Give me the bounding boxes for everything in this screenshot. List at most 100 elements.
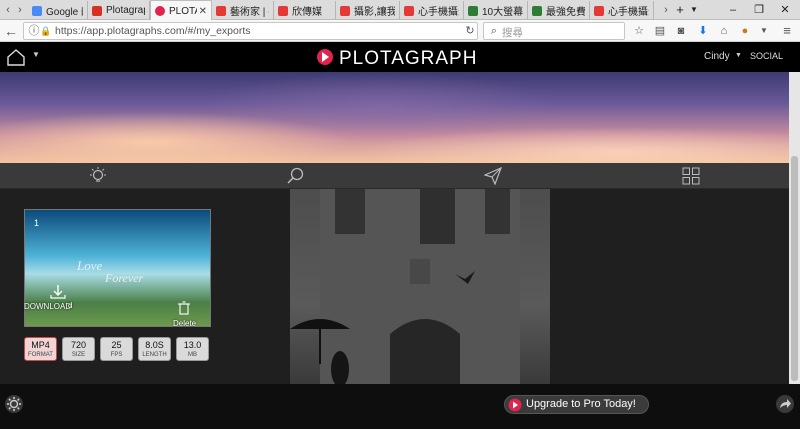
download-icon[interactable] xyxy=(50,285,66,299)
upgrade-button[interactable]: Upgrade to Pro Today! xyxy=(504,395,649,414)
bottom-bar xyxy=(0,384,800,429)
tab-title: 心手機攝影 xyxy=(418,7,459,18)
lock-icon: 🔒 xyxy=(40,26,52,36)
menu-icon[interactable]: ≡ xyxy=(779,23,795,39)
download-icon[interactable]: ⬇ xyxy=(695,23,711,39)
browser-tab[interactable]: Plotagrapl xyxy=(88,1,150,20)
svg-text:Love: Love xyxy=(76,258,103,273)
tab-scroll-left-icon[interactable]: ‹ xyxy=(2,0,14,20)
browser-tab-active[interactable]: PLOTA ✕ xyxy=(150,0,212,21)
pocket-icon[interactable]: ◙ xyxy=(673,23,689,39)
tab-title: Plotagrapl xyxy=(106,5,145,16)
social-link[interactable]: SOCIAL xyxy=(750,51,783,61)
spec-label: FPS xyxy=(110,352,123,358)
tab-favicon-icon xyxy=(532,5,542,16)
send-icon[interactable] xyxy=(484,167,502,185)
spec-value: 25 xyxy=(111,340,122,350)
settings-gear-icon[interactable] xyxy=(4,394,24,414)
tab-title: 最強免費 xyxy=(546,7,585,18)
browser-tab[interactable]: 藝術家 | 手 xyxy=(212,1,274,20)
home-menu-chevron-down-icon[interactable]: ▼ xyxy=(32,50,40,59)
browser-tab[interactable]: 10大螢幕 xyxy=(464,1,528,20)
spec-value: 13.0 xyxy=(183,340,202,350)
tab-title: 心手機攝影 xyxy=(608,7,649,18)
background-photo xyxy=(290,189,550,384)
spec-value: 720 xyxy=(70,340,87,350)
browser-tab[interactable]: 最強免費 xyxy=(528,1,590,20)
tab-title: Google 翻 xyxy=(46,7,83,18)
user-menu[interactable]: Cindy xyxy=(704,51,730,62)
tab-list-chevron-down-icon[interactable]: ▼ xyxy=(688,0,700,20)
search-input[interactable]: ⌕ 搜尋 xyxy=(483,22,625,40)
spec-label: SIZE xyxy=(71,352,86,358)
grid-view-icon[interactable] xyxy=(682,167,700,185)
spec-label: FORMAT xyxy=(28,352,53,358)
browser-tab[interactable]: 心手機攝影 xyxy=(590,1,654,20)
tab-title: 10大螢幕 xyxy=(482,7,523,18)
scrollbar-thumb[interactable] xyxy=(791,156,798,381)
plotagraph-logo-icon xyxy=(508,398,522,412)
spec-length-badge: 8.0S LENGTH xyxy=(138,337,171,361)
tab-favicon-icon xyxy=(468,5,478,16)
spec-label: LENGTH xyxy=(142,352,167,358)
tab-favicon-icon xyxy=(404,5,414,16)
tab-title: 攝影,讓我 xyxy=(354,7,395,18)
tab-favicon-icon xyxy=(155,6,165,16)
download-suffix: d xyxy=(68,301,73,310)
upgrade-label: Upgrade to Pro Today! xyxy=(526,398,636,410)
tab-scroll-right-icon[interactable]: › xyxy=(660,0,672,20)
user-menu-chevron-down-icon[interactable]: ▼ xyxy=(735,52,742,59)
brand-title: PLOTAGRAPH xyxy=(339,48,478,69)
reading-list-icon[interactable]: ▤ xyxy=(652,23,668,39)
tab-favicon-icon xyxy=(32,5,42,16)
svg-text:Forever: Forever xyxy=(104,271,144,285)
share-arrow-icon[interactable] xyxy=(775,394,795,414)
tab-favicon-icon xyxy=(92,5,102,16)
download-label[interactable]: DOWNLOAD xyxy=(24,302,71,311)
export-specs: MP4 FORMAT 720 SIZE 25 FPS 8.0S LENGTH 1… xyxy=(24,337,214,361)
reload-icon[interactable]: ↻ xyxy=(462,23,478,39)
tab-scroll-left-more-icon[interactable]: › xyxy=(14,0,26,20)
tab-title: 欣傳媒 xyxy=(292,7,322,18)
restore-window-icon[interactable]: ❐ xyxy=(746,0,772,20)
address-bar[interactable]: ⓘ 🔒 https://app.plotagraphs.com/#/my_exp… xyxy=(23,22,478,40)
close-window-icon[interactable]: ✕ xyxy=(772,0,798,20)
extension-menu-chevron-down-icon[interactable]: ▼ xyxy=(756,23,772,39)
url-text: https://app.plotagraphs.com/#/my_exports xyxy=(55,25,251,37)
browser-tab[interactable]: Google 翻 xyxy=(28,1,88,20)
tab-title: 藝術家 | 手 xyxy=(230,7,269,18)
tab-close-icon[interactable]: ✕ xyxy=(199,6,207,17)
trash-icon[interactable] xyxy=(178,301,190,315)
spec-label: MB xyxy=(188,352,197,358)
search-icon: ⌕ xyxy=(490,25,498,37)
spec-filesize-badge: 13.0 MB xyxy=(176,337,209,361)
new-tab-button[interactable]: + xyxy=(672,0,688,20)
main-toolbar xyxy=(0,163,789,189)
spec-value: MP4 xyxy=(31,340,50,350)
extension-icon[interactable]: ● xyxy=(737,23,753,39)
home-icon[interactable]: ⌂ xyxy=(716,23,732,39)
browser-tab[interactable]: 攝影,讓我 xyxy=(336,1,400,20)
browser-tab[interactable]: 欣傳媒 xyxy=(274,1,336,20)
spec-size-badge: 720 SIZE xyxy=(62,337,95,361)
tab-favicon-icon xyxy=(216,5,226,16)
export-thumbnail-card[interactable]: 1 Love Forever DOWNLOAD d Delete xyxy=(24,209,211,328)
spec-fps-badge: 25 FPS xyxy=(100,337,133,361)
tab-favicon-icon xyxy=(594,5,604,16)
building-illustration xyxy=(290,189,520,384)
tab-favicon-icon xyxy=(340,5,350,16)
spec-format-badge: MP4 FORMAT xyxy=(24,337,57,361)
lightbulb-icon[interactable] xyxy=(89,167,107,185)
minimize-window-icon[interactable]: – xyxy=(720,0,746,20)
back-icon[interactable]: ← xyxy=(3,23,19,39)
bookmark-star-icon[interactable]: ☆ xyxy=(631,23,647,39)
spec-value: 8.0S xyxy=(145,340,164,350)
hero-sky-image xyxy=(0,72,789,163)
search-icon[interactable] xyxy=(287,167,305,185)
browser-tab-strip: ‹ › Google 翻 Plotagrapl PLOTA ✕ 藝術家 | 手 … xyxy=(0,0,800,21)
browser-tab[interactable]: 心手機攝影 xyxy=(400,1,464,20)
tab-title: PLOTA xyxy=(169,5,197,17)
delete-label[interactable]: Delete xyxy=(173,319,196,328)
plotagraph-logo-icon xyxy=(317,49,333,65)
home-icon[interactable] xyxy=(6,48,26,66)
